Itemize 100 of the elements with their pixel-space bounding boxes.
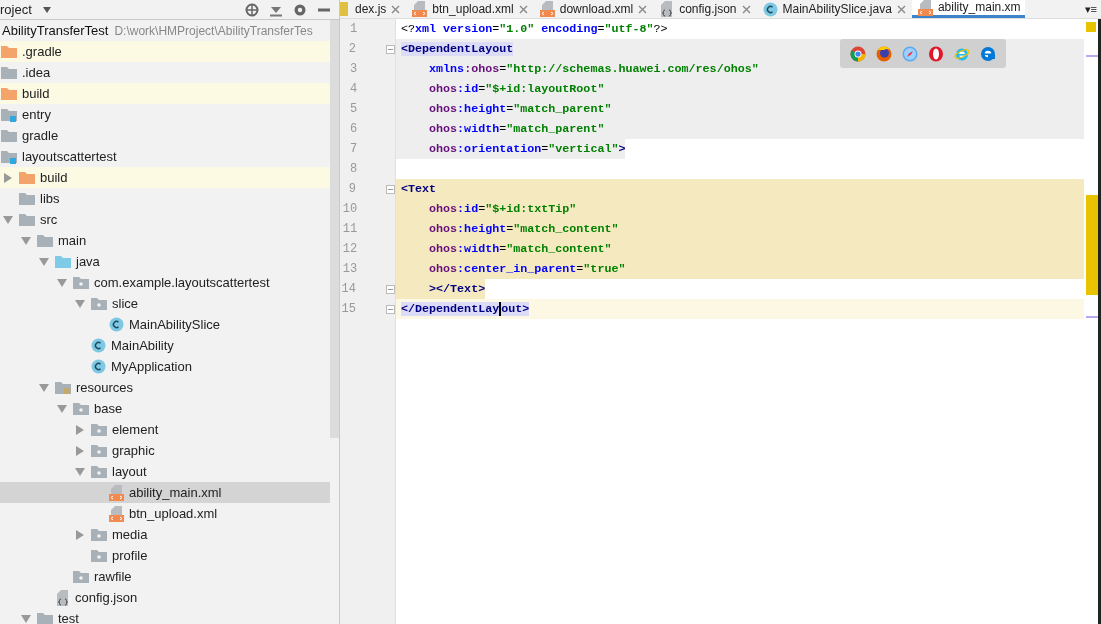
package-folder-icon bbox=[91, 297, 107, 310]
tree-item[interactable]: main bbox=[0, 230, 330, 251]
collapsed-arrow-icon[interactable] bbox=[3, 172, 13, 183]
collapsed-arrow-icon[interactable] bbox=[75, 424, 85, 435]
tab-menu-button[interactable]: ▾≡ bbox=[1084, 2, 1101, 16]
line-number: 4 bbox=[349, 82, 358, 96]
folder-icon bbox=[1, 129, 17, 142]
line-number: 8 bbox=[349, 162, 358, 176]
tree-item[interactable]: MainAbility bbox=[0, 335, 330, 356]
tree-item[interactable]: src bbox=[0, 209, 330, 230]
module-folder-icon bbox=[1, 107, 17, 122]
expanded-arrow-icon[interactable] bbox=[75, 298, 85, 309]
line-number: 10 bbox=[341, 202, 358, 216]
folder-icon bbox=[37, 234, 53, 247]
fold-icon[interactable] bbox=[386, 44, 395, 54]
folder-icon bbox=[1, 45, 17, 58]
tree-item[interactable]: media bbox=[0, 524, 330, 545]
class-icon bbox=[91, 359, 106, 374]
fold-icon[interactable] bbox=[386, 284, 395, 294]
tree-item[interactable]: MyApplication bbox=[0, 356, 330, 377]
tree-item[interactable]: libs bbox=[0, 188, 330, 209]
project-name[interactable]: AbilityTransferTest bbox=[2, 23, 109, 38]
expanded-arrow-icon[interactable] bbox=[39, 382, 49, 393]
browser-icon[interactable] bbox=[928, 45, 944, 62]
tree-item[interactable]: btn_upload.xml bbox=[0, 503, 330, 524]
caret-icon[interactable] bbox=[41, 5, 52, 14]
class-icon bbox=[762, 1, 778, 17]
line-number: 13 bbox=[341, 262, 358, 276]
collapsed-arrow-icon[interactable] bbox=[75, 529, 85, 540]
line-number: 14 bbox=[340, 282, 356, 296]
tree-item[interactable]: element bbox=[0, 419, 330, 440]
panel-title[interactable]: roject bbox=[0, 2, 32, 17]
editor-tab[interactable]: ability_main.xm bbox=[911, 0, 1025, 18]
collapsed-arrow-icon[interactable] bbox=[75, 445, 85, 456]
expanded-arrow-icon[interactable] bbox=[21, 235, 31, 246]
module-folder-icon bbox=[1, 149, 17, 164]
browser-icon[interactable] bbox=[902, 45, 918, 62]
json-file-icon bbox=[55, 589, 70, 606]
tree-item[interactable]: .idea bbox=[0, 62, 330, 83]
close-icon[interactable] bbox=[391, 4, 401, 14]
scrollbar-thumb[interactable] bbox=[330, 20, 339, 438]
tree-item[interactable]: ability_main.xml bbox=[0, 482, 330, 503]
tree-item[interactable]: gradle bbox=[0, 125, 330, 146]
package-folder-icon bbox=[91, 528, 107, 541]
line-number: 9 bbox=[347, 182, 356, 196]
tree-item[interactable]: build bbox=[0, 83, 330, 104]
expanded-arrow-icon[interactable] bbox=[21, 613, 31, 624]
package-folder-icon bbox=[91, 423, 107, 436]
tree-item[interactable]: entry bbox=[0, 104, 330, 125]
tree-item[interactable]: MainAbilitySlice bbox=[0, 314, 330, 335]
editor-tab[interactable]: config.json bbox=[653, 0, 757, 18]
line-number: 3 bbox=[349, 62, 358, 76]
folder-icon bbox=[1, 66, 17, 79]
tree-item[interactable]: rawfile bbox=[0, 566, 330, 587]
browser-icon[interactable] bbox=[850, 45, 866, 62]
tree-item[interactable]: layout bbox=[0, 461, 330, 482]
fold-icon[interactable] bbox=[386, 184, 395, 194]
close-icon[interactable] bbox=[896, 4, 906, 14]
editor-tab[interactable]: MainAbilitySlice.java bbox=[756, 0, 912, 18]
code-line: <?xml version="1.0" encoding="utf-8"?> bbox=[400, 21, 668, 38]
json-file-icon bbox=[659, 1, 675, 17]
browser-icon[interactable] bbox=[980, 45, 996, 62]
package-folder-icon bbox=[91, 549, 107, 562]
browser-icon[interactable] bbox=[876, 45, 892, 62]
tree-item[interactable]: resources bbox=[0, 377, 330, 398]
expanded-arrow-icon[interactable] bbox=[57, 277, 67, 288]
tree-item[interactable]: java bbox=[0, 251, 330, 272]
expanded-arrow-icon[interactable] bbox=[75, 466, 85, 477]
package-folder-icon bbox=[91, 444, 107, 457]
tree-item[interactable]: com.example.layoutscattertest bbox=[0, 272, 330, 293]
tree-item[interactable]: test bbox=[0, 608, 330, 624]
package-folder-icon bbox=[73, 276, 89, 289]
editor-tab[interactable]: dex.js bbox=[340, 0, 407, 18]
editor-tab[interactable]: btn_upload.xml bbox=[406, 0, 534, 18]
package-folder-icon bbox=[73, 402, 89, 415]
editor-tab[interactable]: download.xml bbox=[533, 0, 654, 18]
line-number: 7 bbox=[349, 142, 358, 156]
expanded-arrow-icon[interactable] bbox=[57, 403, 67, 414]
tree-item[interactable]: layoutscattertest bbox=[0, 146, 330, 167]
tree-item[interactable]: config.json bbox=[0, 587, 330, 608]
xml-file-icon bbox=[109, 505, 124, 522]
tree-item[interactable]: profile bbox=[0, 545, 330, 566]
close-icon[interactable] bbox=[518, 4, 528, 14]
tree-item[interactable]: slice bbox=[0, 293, 330, 314]
tree-item[interactable]: build bbox=[0, 167, 330, 188]
close-icon[interactable] bbox=[741, 4, 751, 14]
tree-item[interactable]: .gradle bbox=[0, 41, 330, 62]
expanded-arrow-icon[interactable] bbox=[3, 214, 13, 225]
tree-item[interactable]: graphic bbox=[0, 440, 330, 461]
package-folder-icon bbox=[91, 465, 107, 478]
locate-icon[interactable] bbox=[245, 2, 259, 17]
folder-icon bbox=[19, 171, 35, 184]
tree-item[interactable]: base bbox=[0, 398, 330, 419]
expanded-arrow-icon[interactable] bbox=[39, 256, 49, 267]
close-icon[interactable] bbox=[638, 4, 648, 14]
settings-icon[interactable] bbox=[293, 2, 307, 17]
class-icon bbox=[91, 338, 106, 353]
project-path: D:\work\HMProject\AbilityTransferTes bbox=[114, 23, 313, 38]
xml-file-icon bbox=[109, 484, 124, 501]
fold-icon[interactable] bbox=[386, 304, 395, 314]
